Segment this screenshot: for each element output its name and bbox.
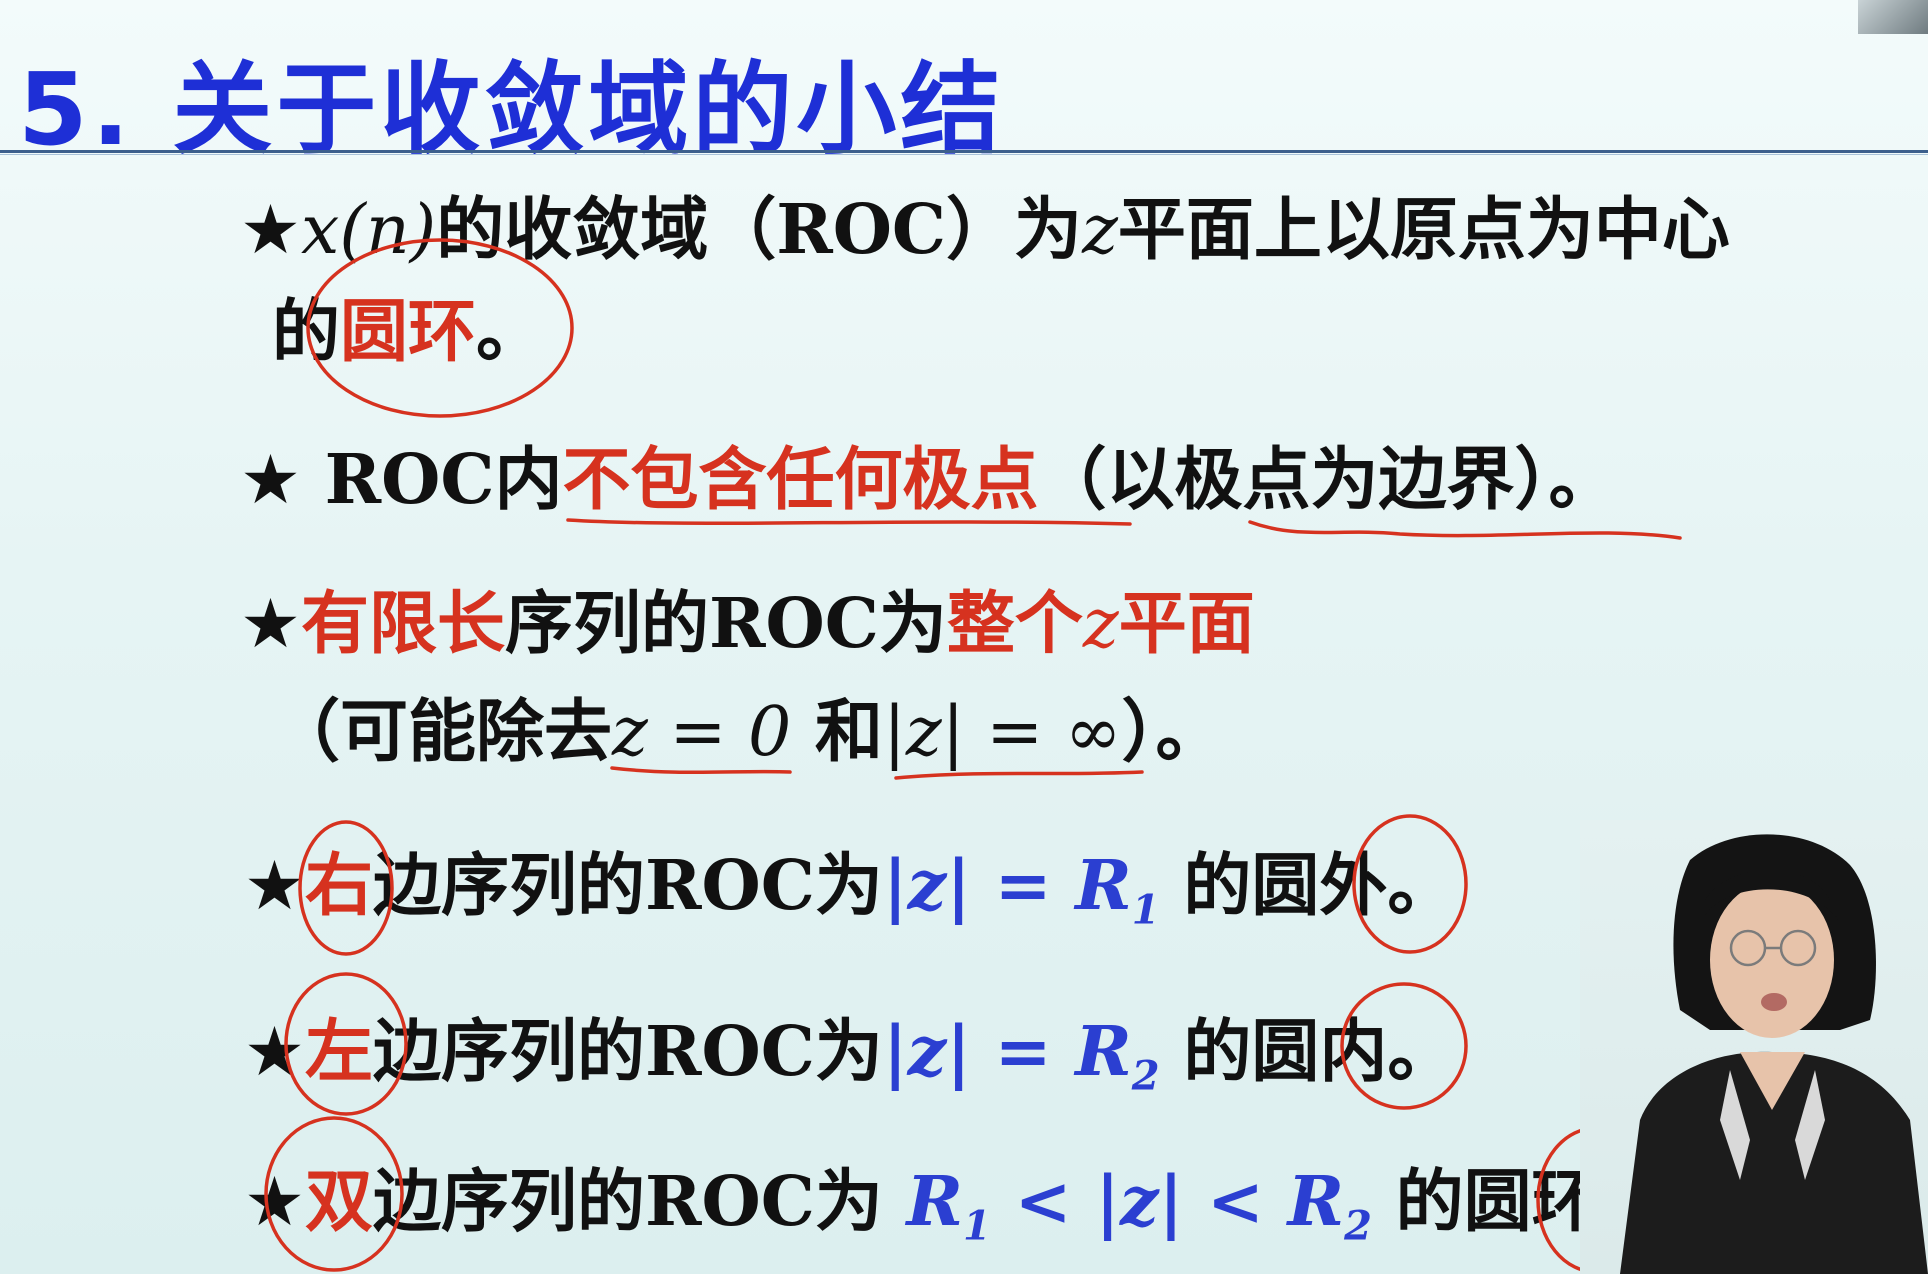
- star-icon: ★: [244, 847, 305, 926]
- underline-annotation: [1248, 520, 1682, 540]
- bullet-1-line-1: ★x(n)的收敛域（ROC）为z平面上以原点为中心: [240, 190, 1730, 270]
- annular-ring-emphasis: 圆环: [340, 292, 477, 372]
- z-equals-zero-expr: z = 0: [612, 693, 792, 772]
- corner-decoration: [1858, 0, 1928, 34]
- bullet-5: ★左边序列的ROC为|z| = R2 的圆内。: [244, 1012, 1456, 1100]
- two-sided-roc-expr: < |z| < R: [990, 1162, 1345, 1242]
- z-equals-infinity-expr: |z| = ∞: [883, 693, 1122, 772]
- bullet-3-line-2: （可能除去z = 0 和|z| = ∞）。: [272, 692, 1224, 772]
- star-icon: ★: [244, 1163, 305, 1242]
- title-rule: [0, 150, 1928, 153]
- right-sided-roc-expr: |z| = R: [882, 846, 1132, 926]
- title-rule-thin: [0, 154, 1928, 155]
- star-icon: ★: [240, 191, 301, 270]
- presenter-video: [1580, 820, 1928, 1274]
- star-icon: ★: [244, 1013, 305, 1092]
- bullet-1-line-2: 的圆环。: [272, 292, 545, 372]
- bullet-3-line-1: ★有限长序列的ROC为整个z平面: [240, 584, 1255, 664]
- bullet-6: ★双边序列的ROC为 R1 < |z| < R2 的圆环。: [244, 1162, 1668, 1250]
- bullet-2: ★ ROC内不包含任何极点（以极点为边界）。: [240, 440, 1617, 520]
- no-poles-emphasis: 不包含任何极点: [562, 440, 1039, 520]
- bullet-4: ★右边序列的ROC为|z| = R1 的圆外。: [244, 846, 1456, 934]
- star-icon: ★: [240, 441, 301, 520]
- star-icon: ★: [240, 585, 301, 664]
- left-sided-roc-expr: |z| = R: [882, 1012, 1132, 1092]
